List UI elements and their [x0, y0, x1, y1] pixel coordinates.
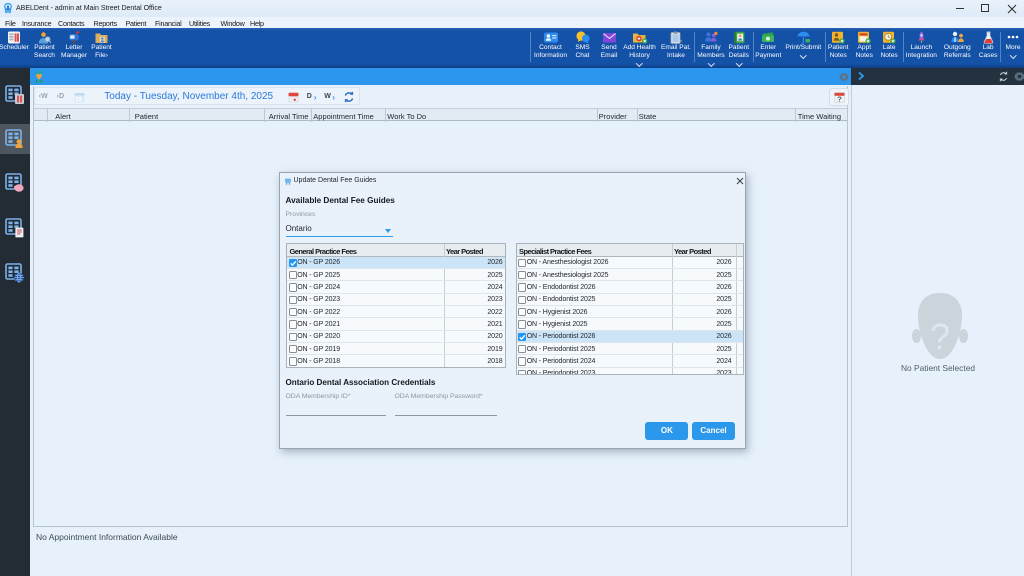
svg-text:?: ? — [929, 316, 949, 357]
svg-text:?: ? — [838, 95, 843, 103]
